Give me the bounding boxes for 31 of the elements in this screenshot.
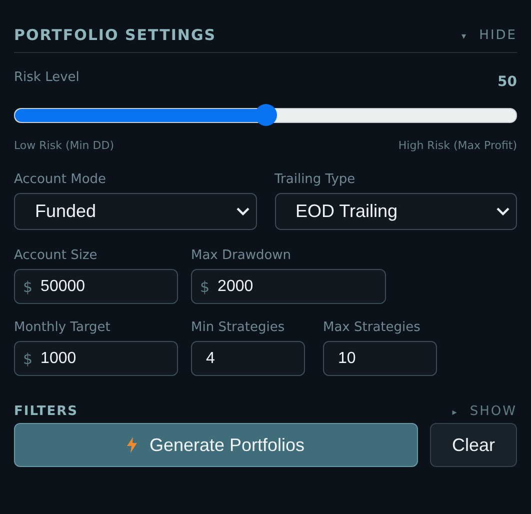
slider-thumb[interactable] [254, 104, 276, 126]
field-label: Account Mode [14, 172, 108, 187]
currency-prefix: $ [23, 350, 33, 368]
field-label: Min Strategies [191, 320, 286, 335]
section-title: FILTERS [14, 404, 78, 419]
input-field[interactable]: 4 [191, 341, 305, 376]
risk-value: 50 [498, 74, 517, 90]
show-toggle[interactable]: ▸ SHOW [452, 404, 517, 419]
currency-prefix: $ [23, 278, 33, 296]
field-label: Trailing Type [274, 172, 356, 187]
max-label: High Risk (Max Profit) [398, 139, 517, 152]
hide-toggle[interactable]: ▾ HIDE [462, 28, 517, 42]
min-label: Low Risk (Min DD) [14, 139, 114, 152]
lightning-icon [127, 437, 138, 453]
input-field[interactable]: 10 [323, 341, 437, 376]
input-field[interactable]: $ 2000 [191, 269, 386, 304]
section-title: PORTFOLIO SETTINGS [14, 26, 216, 44]
field-label: Monthly Target [14, 320, 112, 335]
dropdown[interactable]: EOD Trailing [274, 193, 517, 230]
input-field[interactable]: $ 1000 [14, 341, 178, 376]
input-field[interactable]: $ 50000 [14, 269, 178, 304]
chevron-down-icon [496, 207, 510, 216]
field-label: Max Strategies [323, 320, 422, 335]
field-label: Max Drawdown [191, 248, 292, 263]
clear-button[interactable]: Clear [430, 423, 517, 467]
currency-prefix: $ [200, 278, 210, 296]
field-label: Account Size [14, 248, 98, 263]
generate-button[interactable]: Generate Portfolios [14, 423, 418, 467]
dropdown[interactable]: Funded [14, 193, 256, 230]
chevron-down-icon [236, 207, 250, 216]
risk-label: Risk Level [14, 70, 80, 87]
